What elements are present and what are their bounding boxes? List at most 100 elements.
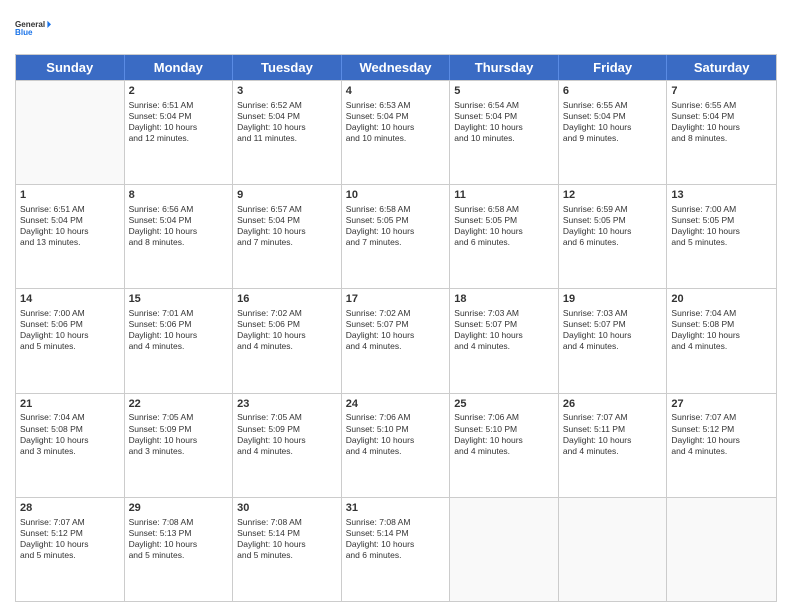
logo-svg: General Blue [15, 10, 51, 46]
day-content: Sunrise: 6:55 AM Sunset: 5:04 PM Dayligh… [563, 100, 663, 144]
day-number: 28 [20, 501, 120, 516]
day-content: Sunrise: 6:53 AM Sunset: 5:04 PM Dayligh… [346, 100, 446, 144]
day-number: 8 [129, 188, 229, 203]
day-content: Sunrise: 6:55 AM Sunset: 5:04 PM Dayligh… [671, 100, 772, 144]
day-cell-17: 17Sunrise: 7:02 AM Sunset: 5:07 PM Dayli… [342, 289, 451, 392]
day-content: Sunrise: 7:08 AM Sunset: 5:14 PM Dayligh… [237, 517, 337, 561]
day-content: Sunrise: 6:52 AM Sunset: 5:04 PM Dayligh… [237, 100, 337, 144]
day-content: Sunrise: 7:03 AM Sunset: 5:07 PM Dayligh… [454, 308, 554, 352]
day-content: Sunrise: 7:04 AM Sunset: 5:08 PM Dayligh… [20, 412, 120, 456]
day-cell-22: 22Sunrise: 7:05 AM Sunset: 5:09 PM Dayli… [125, 394, 234, 497]
header-day-tuesday: Tuesday [233, 55, 342, 80]
day-content: Sunrise: 6:51 AM Sunset: 5:04 PM Dayligh… [129, 100, 229, 144]
day-number: 9 [237, 188, 337, 203]
empty-cell [450, 498, 559, 601]
day-cell-21: 21Sunrise: 7:04 AM Sunset: 5:08 PM Dayli… [16, 394, 125, 497]
empty-cell [559, 498, 668, 601]
day-cell-30: 30Sunrise: 7:08 AM Sunset: 5:14 PM Dayli… [233, 498, 342, 601]
day-cell-25: 25Sunrise: 7:06 AM Sunset: 5:10 PM Dayli… [450, 394, 559, 497]
day-content: Sunrise: 7:01 AM Sunset: 5:06 PM Dayligh… [129, 308, 229, 352]
day-cell-13: 13Sunrise: 7:00 AM Sunset: 5:05 PM Dayli… [667, 185, 776, 288]
calendar-body: 2Sunrise: 6:51 AM Sunset: 5:04 PM Daylig… [16, 80, 776, 601]
header: General Blue [15, 10, 777, 46]
day-cell-3: 3Sunrise: 6:52 AM Sunset: 5:04 PM Daylig… [233, 81, 342, 184]
day-number: 13 [671, 188, 772, 203]
day-cell-20: 20Sunrise: 7:04 AM Sunset: 5:08 PM Dayli… [667, 289, 776, 392]
day-number: 4 [346, 84, 446, 99]
day-cell-19: 19Sunrise: 7:03 AM Sunset: 5:07 PM Dayli… [559, 289, 668, 392]
day-content: Sunrise: 7:08 AM Sunset: 5:13 PM Dayligh… [129, 517, 229, 561]
day-number: 11 [454, 188, 554, 203]
svg-text:General: General [15, 20, 45, 29]
day-number: 30 [237, 501, 337, 516]
svg-text:Blue: Blue [15, 28, 33, 37]
day-cell-29: 29Sunrise: 7:08 AM Sunset: 5:13 PM Dayli… [125, 498, 234, 601]
day-number: 19 [563, 292, 663, 307]
day-content: Sunrise: 7:05 AM Sunset: 5:09 PM Dayligh… [237, 412, 337, 456]
page: General Blue SundayMondayTuesdayWednesda… [0, 0, 792, 612]
day-cell-31: 31Sunrise: 7:08 AM Sunset: 5:14 PM Dayli… [342, 498, 451, 601]
day-number: 29 [129, 501, 229, 516]
day-cell-2: 2Sunrise: 6:51 AM Sunset: 5:04 PM Daylig… [125, 81, 234, 184]
logo: General Blue [15, 10, 51, 46]
calendar-week-4: 28Sunrise: 7:07 AM Sunset: 5:12 PM Dayli… [16, 497, 776, 601]
day-content: Sunrise: 7:07 AM Sunset: 5:12 PM Dayligh… [671, 412, 772, 456]
day-cell-9: 9Sunrise: 6:57 AM Sunset: 5:04 PM Daylig… [233, 185, 342, 288]
day-content: Sunrise: 6:57 AM Sunset: 5:04 PM Dayligh… [237, 204, 337, 248]
day-cell-24: 24Sunrise: 7:06 AM Sunset: 5:10 PM Dayli… [342, 394, 451, 497]
day-number: 15 [129, 292, 229, 307]
header-day-saturday: Saturday [667, 55, 776, 80]
day-number: 14 [20, 292, 120, 307]
day-number: 5 [454, 84, 554, 99]
header-day-thursday: Thursday [450, 55, 559, 80]
day-number: 16 [237, 292, 337, 307]
day-cell-16: 16Sunrise: 7:02 AM Sunset: 5:06 PM Dayli… [233, 289, 342, 392]
day-number: 25 [454, 397, 554, 412]
day-content: Sunrise: 7:07 AM Sunset: 5:11 PM Dayligh… [563, 412, 663, 456]
day-content: Sunrise: 6:51 AM Sunset: 5:04 PM Dayligh… [20, 204, 120, 248]
day-content: Sunrise: 6:56 AM Sunset: 5:04 PM Dayligh… [129, 204, 229, 248]
day-content: Sunrise: 6:58 AM Sunset: 5:05 PM Dayligh… [454, 204, 554, 248]
day-content: Sunrise: 7:06 AM Sunset: 5:10 PM Dayligh… [346, 412, 446, 456]
day-content: Sunrise: 7:00 AM Sunset: 5:05 PM Dayligh… [671, 204, 772, 248]
day-number: 22 [129, 397, 229, 412]
empty-cell [667, 498, 776, 601]
day-number: 7 [671, 84, 772, 99]
day-cell-26: 26Sunrise: 7:07 AM Sunset: 5:11 PM Dayli… [559, 394, 668, 497]
day-number: 26 [563, 397, 663, 412]
day-cell-28: 28Sunrise: 7:07 AM Sunset: 5:12 PM Dayli… [16, 498, 125, 601]
day-cell-4: 4Sunrise: 6:53 AM Sunset: 5:04 PM Daylig… [342, 81, 451, 184]
day-number: 1 [20, 188, 120, 203]
day-content: Sunrise: 6:59 AM Sunset: 5:05 PM Dayligh… [563, 204, 663, 248]
calendar-header: SundayMondayTuesdayWednesdayThursdayFrid… [16, 55, 776, 80]
day-number: 3 [237, 84, 337, 99]
day-cell-27: 27Sunrise: 7:07 AM Sunset: 5:12 PM Dayli… [667, 394, 776, 497]
day-number: 18 [454, 292, 554, 307]
header-day-sunday: Sunday [16, 55, 125, 80]
day-content: Sunrise: 7:04 AM Sunset: 5:08 PM Dayligh… [671, 308, 772, 352]
day-content: Sunrise: 7:07 AM Sunset: 5:12 PM Dayligh… [20, 517, 120, 561]
day-cell-23: 23Sunrise: 7:05 AM Sunset: 5:09 PM Dayli… [233, 394, 342, 497]
day-cell-1: 1Sunrise: 6:51 AM Sunset: 5:04 PM Daylig… [16, 185, 125, 288]
day-content: Sunrise: 7:06 AM Sunset: 5:10 PM Dayligh… [454, 412, 554, 456]
calendar-week-0: 2Sunrise: 6:51 AM Sunset: 5:04 PM Daylig… [16, 80, 776, 184]
day-content: Sunrise: 7:00 AM Sunset: 5:06 PM Dayligh… [20, 308, 120, 352]
day-content: Sunrise: 7:02 AM Sunset: 5:06 PM Dayligh… [237, 308, 337, 352]
day-number: 2 [129, 84, 229, 99]
day-number: 6 [563, 84, 663, 99]
day-number: 24 [346, 397, 446, 412]
day-content: Sunrise: 7:05 AM Sunset: 5:09 PM Dayligh… [129, 412, 229, 456]
day-content: Sunrise: 7:02 AM Sunset: 5:07 PM Dayligh… [346, 308, 446, 352]
day-cell-10: 10Sunrise: 6:58 AM Sunset: 5:05 PM Dayli… [342, 185, 451, 288]
header-day-friday: Friday [559, 55, 668, 80]
calendar-week-1: 1Sunrise: 6:51 AM Sunset: 5:04 PM Daylig… [16, 184, 776, 288]
day-cell-7: 7Sunrise: 6:55 AM Sunset: 5:04 PM Daylig… [667, 81, 776, 184]
day-cell-14: 14Sunrise: 7:00 AM Sunset: 5:06 PM Dayli… [16, 289, 125, 392]
empty-cell [16, 81, 125, 184]
day-content: Sunrise: 6:58 AM Sunset: 5:05 PM Dayligh… [346, 204, 446, 248]
day-number: 10 [346, 188, 446, 203]
day-cell-5: 5Sunrise: 6:54 AM Sunset: 5:04 PM Daylig… [450, 81, 559, 184]
day-number: 21 [20, 397, 120, 412]
calendar: SundayMondayTuesdayWednesdayThursdayFrid… [15, 54, 777, 602]
day-number: 27 [671, 397, 772, 412]
